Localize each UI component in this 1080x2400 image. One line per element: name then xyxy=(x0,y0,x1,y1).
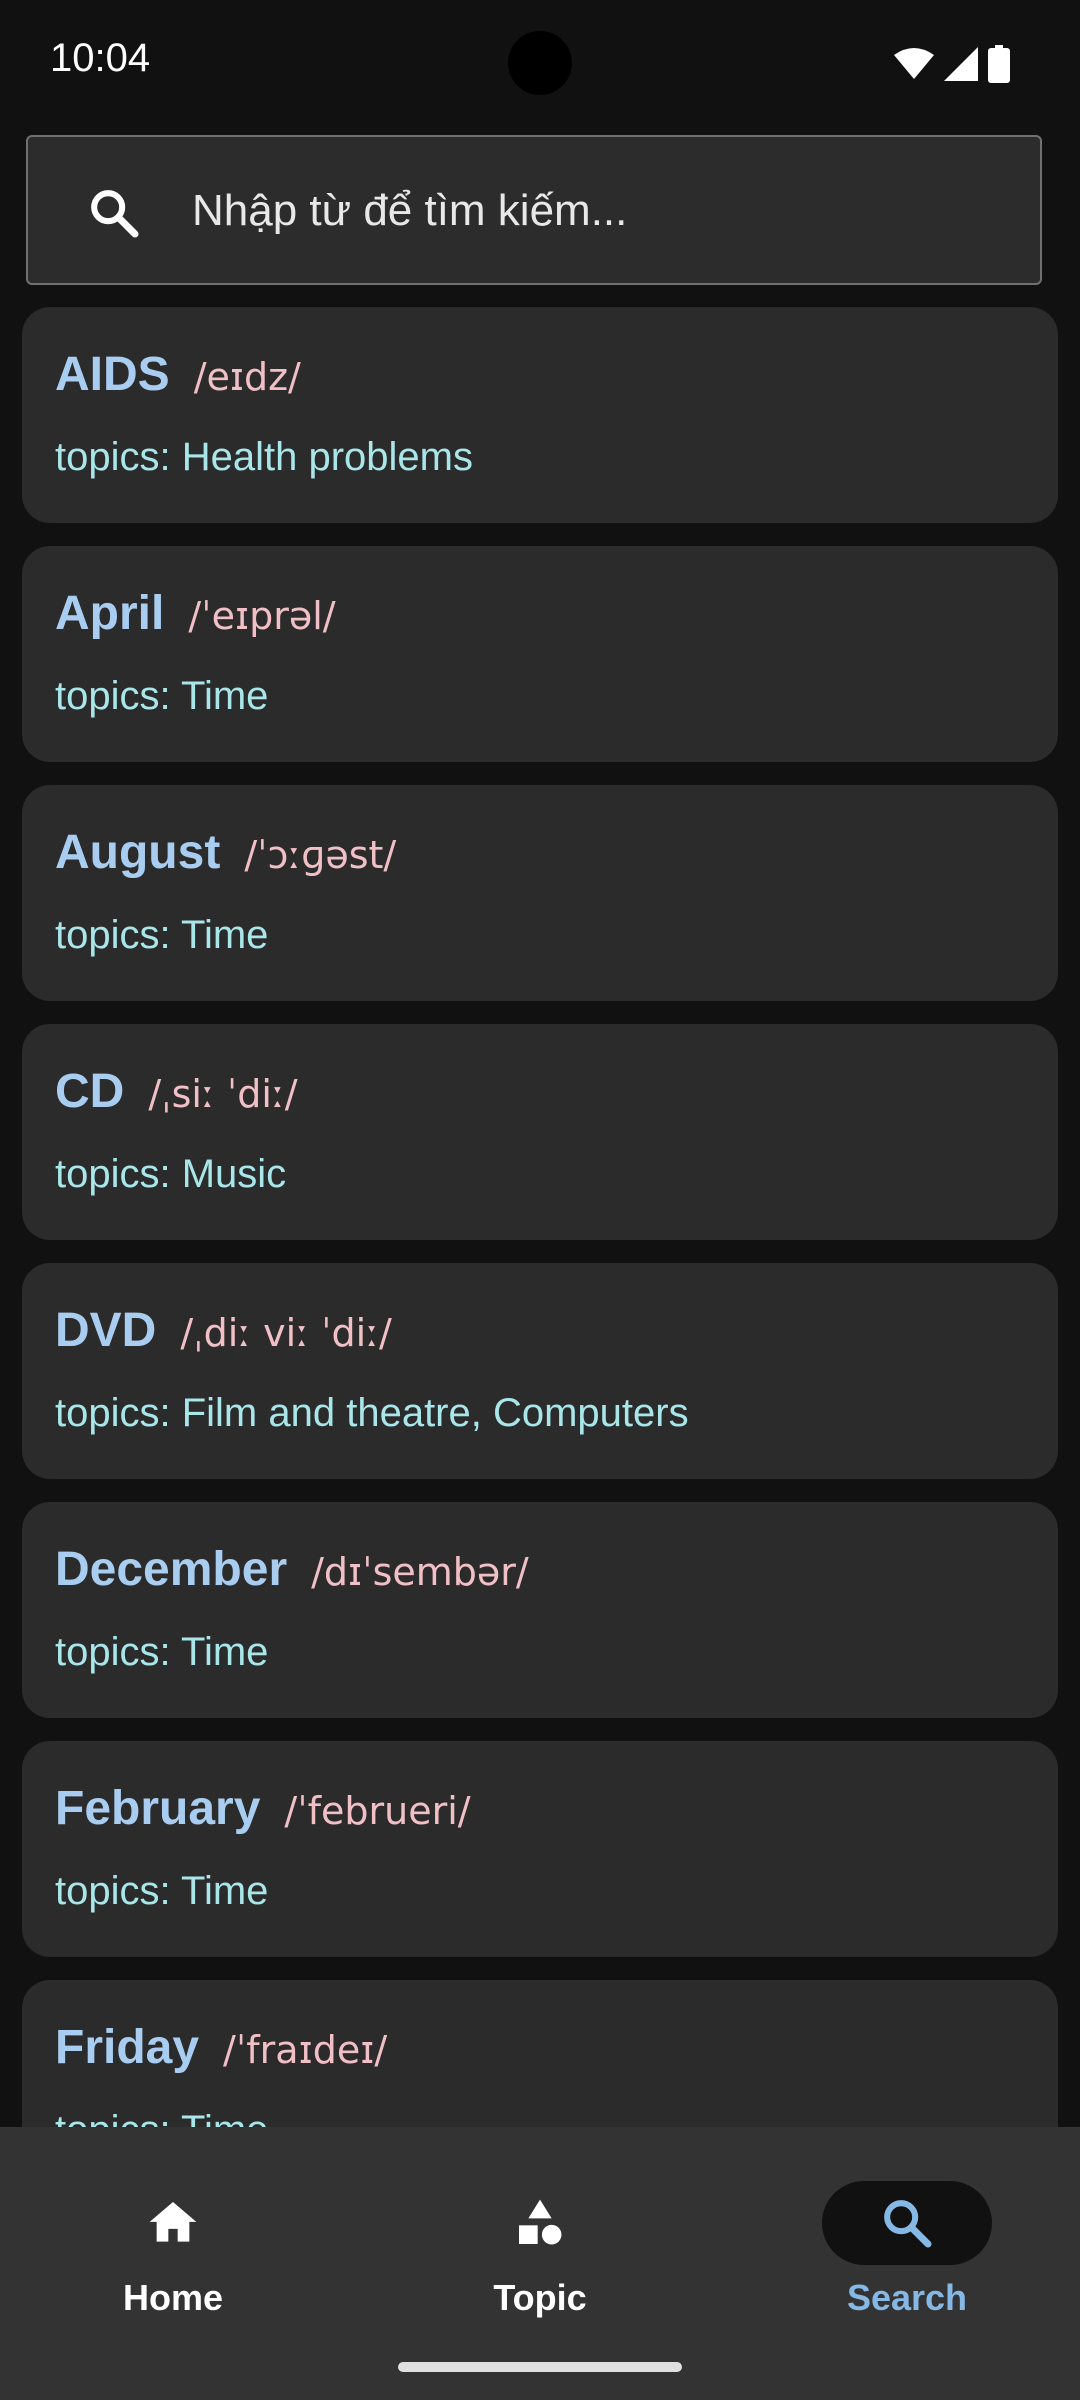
search-bar[interactable] xyxy=(26,135,1042,285)
list-item[interactable]: April /ˈeɪprəl/ topics: Time xyxy=(22,546,1058,762)
word-title: AIDS xyxy=(55,348,170,401)
word-topics: topics: Film and theatre, Computers xyxy=(55,1391,689,1435)
nav-item-search[interactable]: Search xyxy=(777,2153,1037,2318)
word-topics: topics: Time xyxy=(55,674,269,718)
list-item[interactable]: Friday /ˈfraɪdeɪ/ topics: Time xyxy=(22,1980,1058,2127)
search-icon xyxy=(884,2200,932,2248)
word-title: Friday xyxy=(55,2021,200,2074)
word-title: December xyxy=(55,1543,288,1596)
list-item[interactable]: DVD /ˌdiː viː ˈdiː/ topics: Film and the… xyxy=(22,1263,1058,1479)
word-pronunciation: /ˌsiː ˈdiː/ xyxy=(148,1072,298,1116)
bottom-navigation: Home Topic Search xyxy=(0,2127,1080,2400)
search-icon[interactable] xyxy=(86,185,142,241)
word-pronunciation: /ˈɔːɡəst/ xyxy=(244,833,397,877)
home-indicator[interactable] xyxy=(398,2362,682,2372)
word-title: February xyxy=(55,1782,261,1835)
word-pronunciation: /ˌdiː viː ˈdiː/ xyxy=(180,1311,392,1355)
shapes-icon xyxy=(519,2199,562,2245)
word-topics: topics: Health problems xyxy=(55,435,473,479)
word-title: August xyxy=(55,826,221,879)
word-topics: topics: Time xyxy=(55,2108,268,2127)
word-topics: topics: Time xyxy=(55,1869,269,1913)
word-topics: topics: Time xyxy=(55,1630,269,1674)
word-title: CD xyxy=(55,1065,125,1118)
home-icon xyxy=(149,2202,197,2242)
word-title: April xyxy=(55,587,165,640)
wifi-icon xyxy=(894,48,934,79)
nav-label-topic: Topic xyxy=(493,2277,587,2318)
search-input[interactable] xyxy=(164,167,1032,255)
status-time: 10:04 xyxy=(50,36,151,80)
word-topics: topics: Music xyxy=(55,1152,287,1196)
word-pronunciation: /dɪˈsembər/ xyxy=(311,1550,529,1594)
nav-item-topic[interactable]: Topic xyxy=(410,2153,670,2318)
list-item[interactable]: February /ˈfebrueri/ topics: Time xyxy=(22,1741,1058,1957)
word-pronunciation: /ˈeɪprəl/ xyxy=(188,594,336,638)
word-pronunciation: /ˈfraɪdeɪ/ xyxy=(223,2028,388,2072)
word-topics: topics: Time xyxy=(55,913,269,957)
nav-label-search: Search xyxy=(846,2277,968,2318)
results-list[interactable]: AIDS /eɪdz/ topics: Health problems Apri… xyxy=(22,307,1058,2127)
camera-cutout xyxy=(508,31,572,95)
status-icons xyxy=(894,44,1010,84)
nav-item-home[interactable]: Home xyxy=(43,2153,303,2318)
cell-signal-icon xyxy=(944,47,978,81)
list-item[interactable]: December /dɪˈsembər/ topics: Time xyxy=(22,1502,1058,1718)
word-title: DVD xyxy=(55,1304,157,1357)
word-pronunciation: /eɪdz/ xyxy=(193,355,301,399)
nav-label-home: Home xyxy=(122,2277,224,2318)
word-pronunciation: /ˈfebrueri/ xyxy=(284,1789,471,1833)
battery-icon xyxy=(988,45,1010,83)
list-item[interactable]: August /ˈɔːɡəst/ topics: Time xyxy=(22,785,1058,1001)
list-item[interactable]: AIDS /eɪdz/ topics: Health problems xyxy=(22,307,1058,523)
list-item[interactable]: CD /ˌsiː ˈdiː/ topics: Music xyxy=(22,1024,1058,1240)
status-bar: 10:04 xyxy=(0,0,1080,130)
